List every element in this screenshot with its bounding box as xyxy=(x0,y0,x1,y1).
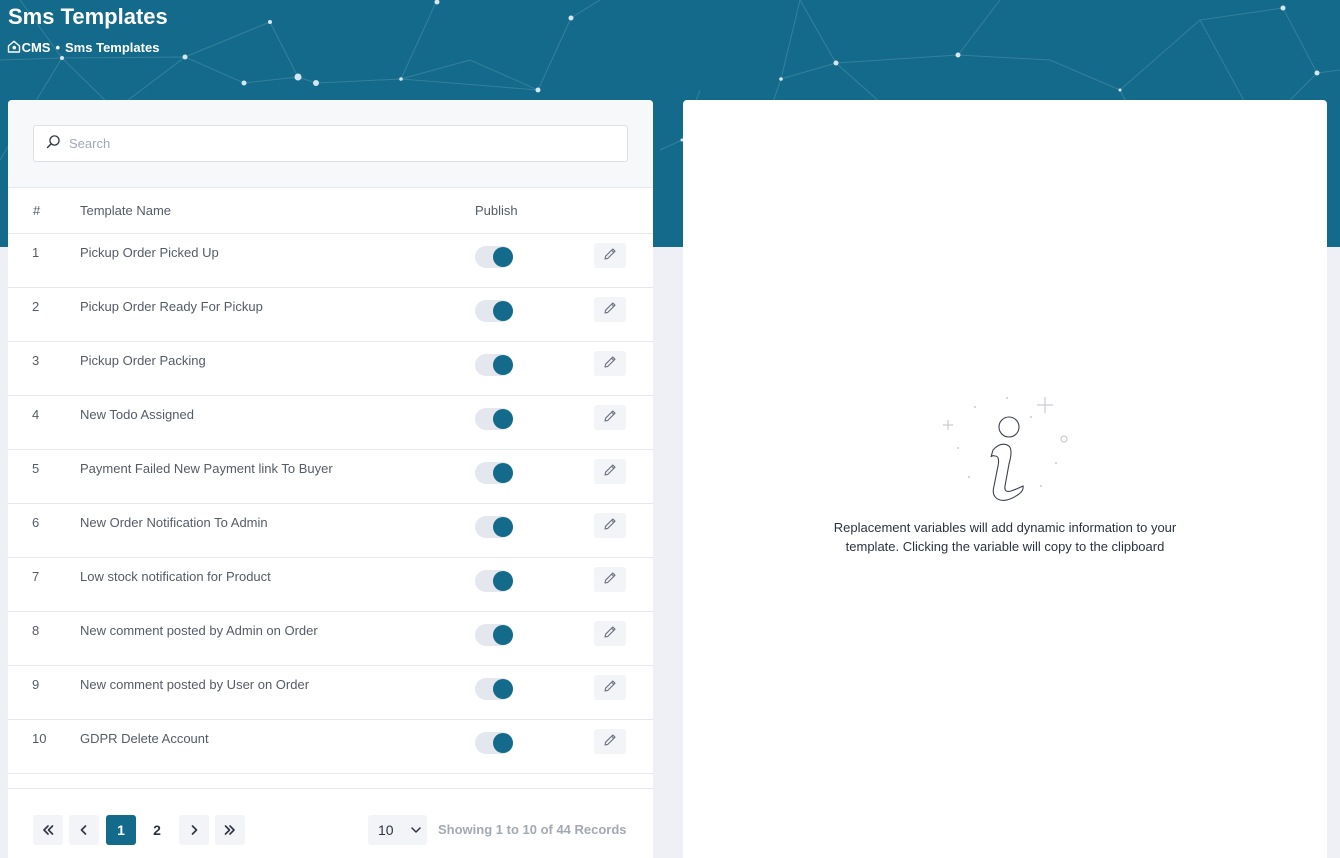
breadcrumb: • CMS • Sms Templates xyxy=(7,40,159,55)
table-row: 7 Low stock notification for Product xyxy=(8,558,653,612)
template-name[interactable]: Low stock notification for Product xyxy=(80,569,271,584)
table-body: 1 Pickup Order Picked Up 2 Pickup Order Rea… xyxy=(8,234,653,774)
template-name[interactable]: New Todo Assigned xyxy=(80,407,194,422)
template-name[interactable]: New Order Notification To Admin xyxy=(80,515,268,530)
previous-page-button[interactable] xyxy=(69,815,99,845)
search-box[interactable] xyxy=(33,125,628,162)
edit-button[interactable] xyxy=(594,297,626,322)
toggle-knob xyxy=(493,517,513,537)
row-number: 8 xyxy=(32,623,40,638)
publish-toggle[interactable] xyxy=(475,570,513,592)
table-row: 1 Pickup Order Picked Up xyxy=(8,234,653,288)
edit-button[interactable] xyxy=(594,243,626,268)
publish-toggle[interactable] xyxy=(475,300,513,322)
pencil-icon xyxy=(603,409,617,426)
per-page-value: 10 xyxy=(378,822,394,838)
row-number: 4 xyxy=(32,407,40,422)
table-row: 5 Payment Failed New Payment link To Buye… xyxy=(8,450,653,504)
edit-button[interactable] xyxy=(594,675,626,700)
toggle-knob xyxy=(493,301,513,321)
row-number: 5 xyxy=(32,461,40,476)
publish-toggle[interactable] xyxy=(475,246,513,268)
page-2-button[interactable]: 2 xyxy=(142,815,172,845)
table-row: 3 Pickup Order Packing xyxy=(8,342,653,396)
table-header: # Template Name Publish xyxy=(8,188,653,234)
column-header-number: # xyxy=(33,203,41,218)
pencil-icon xyxy=(603,247,617,264)
info-card: Replacement variables will add dynamic i… xyxy=(683,100,1327,858)
template-name[interactable]: New comment posted by Admin on Order xyxy=(80,623,318,638)
row-number: 7 xyxy=(32,569,40,584)
page-title: Sms Templates xyxy=(8,4,168,29)
template-name[interactable]: New comment posted by User on Order xyxy=(80,677,309,692)
column-header-publish: Publish xyxy=(475,203,518,218)
template-name[interactable]: Pickup Order Picked Up xyxy=(80,245,219,260)
pencil-icon xyxy=(603,625,617,642)
pagination-bar: 1 2 10 Showing 1 to 10 of 44 Records xyxy=(8,788,653,858)
toggle-knob xyxy=(493,625,513,645)
table-row: 2 Pickup Order Ready For Pickup xyxy=(8,288,653,342)
edit-button[interactable] xyxy=(594,621,626,646)
template-name[interactable]: Payment Failed New Payment link To Buyer xyxy=(80,461,333,476)
info-message: Replacement variables will add dynamic i… xyxy=(833,520,1177,554)
pencil-icon xyxy=(603,517,617,534)
first-page-button[interactable] xyxy=(33,815,63,845)
per-page-select[interactable]: 10 xyxy=(368,815,427,845)
row-number: 6 xyxy=(32,515,40,530)
toggle-knob xyxy=(493,409,513,429)
pencil-icon xyxy=(603,733,617,750)
edit-button[interactable] xyxy=(594,459,626,484)
row-number: 10 xyxy=(32,731,47,746)
templates-table-card: # Template Name Publish 1 Pickup Order Pi… xyxy=(8,100,653,858)
toggle-knob xyxy=(493,247,513,267)
edit-button[interactable] xyxy=(594,729,626,754)
next-page-button[interactable] xyxy=(179,815,209,845)
toggle-knob xyxy=(493,463,513,483)
publish-toggle[interactable] xyxy=(475,462,513,484)
publish-toggle[interactable] xyxy=(475,516,513,538)
table-row: 8 New comment posted by Admin on Order xyxy=(8,612,653,666)
toggle-knob xyxy=(493,355,513,375)
table-row: 9 New comment posted by User on Order xyxy=(8,666,653,720)
page-1-button[interactable]: 1 xyxy=(106,815,136,845)
table-row: 6 New Order Notification To Admin xyxy=(8,504,653,558)
pencil-icon xyxy=(603,301,617,318)
publish-toggle[interactable] xyxy=(475,732,513,754)
breadcrumb-item-cms[interactable]: CMS xyxy=(22,40,51,55)
toggle-knob xyxy=(493,733,513,753)
edit-button[interactable] xyxy=(594,351,626,376)
table-row: 10 GDPR Delete Account xyxy=(8,720,653,774)
template-name[interactable]: GDPR Delete Account xyxy=(80,731,209,746)
table-row: 4 New Todo Assigned xyxy=(8,396,653,450)
row-number: 9 xyxy=(32,677,40,692)
column-header-template-name[interactable]: Template Name xyxy=(80,203,171,218)
pencil-icon xyxy=(603,679,617,696)
breadcrumb-separator: • xyxy=(55,40,61,55)
pencil-icon xyxy=(603,571,617,588)
publish-toggle[interactable] xyxy=(475,678,513,700)
row-number: 3 xyxy=(32,353,40,368)
search-input[interactable] xyxy=(69,136,609,151)
breadcrumb-item-current: Sms Templates xyxy=(65,40,160,55)
toggle-knob xyxy=(493,571,513,591)
publish-toggle[interactable] xyxy=(475,624,513,646)
toggle-knob xyxy=(493,679,513,699)
last-page-button[interactable] xyxy=(215,815,245,845)
template-name[interactable]: Pickup Order Packing xyxy=(80,353,206,368)
search-icon xyxy=(46,134,69,154)
search-area xyxy=(8,100,653,188)
template-name[interactable]: Pickup Order Ready For Pickup xyxy=(80,299,263,314)
pencil-icon xyxy=(603,355,617,372)
pencil-icon xyxy=(603,463,617,480)
publish-toggle[interactable] xyxy=(475,408,513,430)
publish-toggle[interactable] xyxy=(475,354,513,376)
edit-button[interactable] xyxy=(594,405,626,430)
row-number: 1 xyxy=(32,245,40,260)
edit-button[interactable] xyxy=(594,567,626,592)
records-summary: Showing 1 to 10 of 44 Records xyxy=(438,822,627,837)
info-icon xyxy=(938,390,1072,515)
row-number: 2 xyxy=(32,299,40,314)
edit-button[interactable] xyxy=(594,513,626,538)
